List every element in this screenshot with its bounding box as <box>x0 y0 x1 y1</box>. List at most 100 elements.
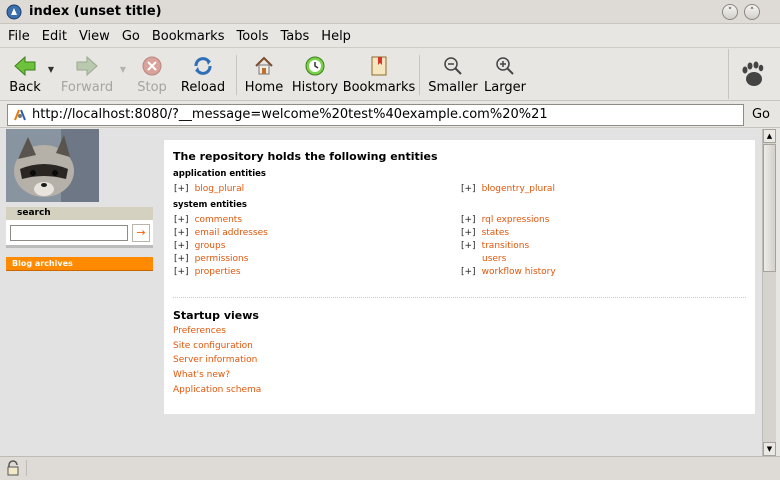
application-entities-heading: application entities <box>173 169 266 179</box>
stop-icon <box>140 54 164 78</box>
site-logo[interactable] <box>6 129 99 202</box>
vertical-scrollbar[interactable]: ▲ ▼ <box>762 129 776 456</box>
reload-icon <box>191 54 215 78</box>
expand-marker: [+] <box>461 215 476 225</box>
reload-button[interactable]: Reload <box>174 49 232 101</box>
main-content-panel: The repository holds the following entit… <box>164 140 755 414</box>
window-title: index (unset title) <box>29 4 162 19</box>
entity-label: groups <box>194 241 226 251</box>
menu-tabs[interactable]: Tabs <box>281 29 310 44</box>
scroll-up-arrow-icon[interactable]: ▲ <box>763 129 776 143</box>
entity-link[interactable]: [+] workflow history <box>461 267 556 277</box>
stop-button[interactable]: Stop <box>130 49 174 101</box>
menu-view[interactable]: View <box>79 29 110 44</box>
throbber <box>728 49 776 99</box>
expand-marker: [+] <box>174 254 189 264</box>
entity-link[interactable]: [+] comments <box>174 215 242 225</box>
url-field[interactable]: http://localhost:8080/?__message=welcome… <box>7 103 744 126</box>
navigation-toolbar: Back ▼ Forward ▼ Stop Reload Home Histor… <box>0 49 780 101</box>
back-label: Back <box>9 80 41 95</box>
startup-link-preferences[interactable]: Preferences <box>173 326 226 336</box>
url-text: http://localhost:8080/?__message=welcome… <box>32 107 548 122</box>
smaller-label: Smaller <box>428 80 478 95</box>
forward-button[interactable]: Forward <box>58 49 116 101</box>
entity-link[interactable]: [+] groups <box>174 241 225 251</box>
forward-label: Forward <box>60 80 114 95</box>
history-button[interactable]: History <box>287 49 343 101</box>
gnome-foot-icon <box>742 61 763 86</box>
window-maximize-button[interactable]: ˄ <box>744 4 760 20</box>
entity-link[interactable]: [+] states <box>461 228 509 238</box>
menu-edit[interactable]: Edit <box>42 29 67 44</box>
section-divider <box>173 297 746 298</box>
scroll-down-arrow-icon[interactable]: ▼ <box>763 442 776 456</box>
bookmarks-button[interactable]: Bookmarks <box>343 49 415 101</box>
expand-marker: [+] <box>461 241 476 251</box>
right-arrow-icon <box>75 54 99 78</box>
menu-bar: File Edit View Go Bookmarks Tools Tabs H… <box>0 25 780 48</box>
entity-link[interactable]: [+] blog_plural <box>174 184 244 194</box>
zoom-in-icon <box>493 54 517 78</box>
menu-go[interactable]: Go <box>122 29 140 44</box>
entity-label: comments <box>194 215 243 225</box>
bookmarks-label: Bookmarks <box>342 80 416 95</box>
expand-marker: [+] <box>174 215 189 225</box>
search-input[interactable] <box>10 224 128 241</box>
expand-marker: [+] <box>174 241 189 251</box>
expand-marker: [+] <box>174 267 189 277</box>
menu-help[interactable]: Help <box>321 29 351 44</box>
entity-label: blog_plural <box>194 184 245 194</box>
raccoon-logo-image <box>6 129 99 202</box>
entity-link[interactable]: [+] blogentry_plural <box>461 184 555 194</box>
reload-label: Reload <box>180 80 226 95</box>
window-titlebar: index (unset title) ˅ ˄ <box>0 0 780 24</box>
expand-marker: [+] <box>461 267 476 277</box>
search-box-title: search <box>6 207 153 220</box>
padlock-icon <box>7 460 19 476</box>
larger-label: Larger <box>484 80 526 95</box>
entity-link[interactable]: [+] rql expressions <box>461 215 549 225</box>
menu-tools[interactable]: Tools <box>236 29 268 44</box>
entity-label: transitions <box>481 241 530 251</box>
expand-marker: [+] <box>461 184 476 194</box>
menu-file[interactable]: File <box>8 29 30 44</box>
entity-label: states <box>481 228 510 238</box>
epiphany-app-icon <box>6 4 22 19</box>
forward-history-dropdown[interactable]: ▼ <box>116 49 130 89</box>
go-button[interactable]: Go <box>746 107 776 122</box>
stop-label: Stop <box>137 80 167 95</box>
zoom-larger-button[interactable]: Larger <box>482 49 528 101</box>
expand-marker: [+] <box>174 184 189 194</box>
entity-link[interactable]: [+] transitions <box>461 241 529 251</box>
startup-link-server-information[interactable]: Server information <box>173 355 257 365</box>
entity-label: users <box>482 254 507 264</box>
entity-label: email addresses <box>194 228 268 238</box>
back-history-dropdown[interactable]: ▼ <box>44 49 58 89</box>
web-content: search → Blog archives The repository ho… <box>0 129 762 456</box>
menu-bookmarks[interactable]: Bookmarks <box>152 29 225 44</box>
page-title: The repository holds the following entit… <box>173 150 438 163</box>
zoom-out-icon <box>441 54 465 78</box>
startup-link-whats-new[interactable]: What's new? <box>173 370 230 380</box>
entity-link[interactable]: [+] email addresses <box>174 228 268 238</box>
entity-link[interactable]: users <box>482 254 506 264</box>
entity-label: blogentry_plural <box>481 184 555 194</box>
zoom-smaller-button[interactable]: Smaller <box>424 49 482 101</box>
status-bar <box>0 456 780 480</box>
left-sidebar: search → Blog archives <box>6 207 153 271</box>
entity-label: properties <box>194 267 241 277</box>
history-label: History <box>291 80 339 95</box>
startup-link-site-configuration[interactable]: Site configuration <box>173 341 253 351</box>
window-minimize-button[interactable]: ˅ <box>722 4 738 20</box>
back-button[interactable]: Back <box>6 49 44 101</box>
startup-link-application-schema[interactable]: Application schema <box>173 385 261 395</box>
scrollbar-thumb[interactable] <box>763 144 776 272</box>
entity-link[interactable]: [+] properties <box>174 267 241 277</box>
entity-link[interactable]: [+] permissions <box>174 254 248 264</box>
search-go-button[interactable]: → <box>132 223 150 242</box>
search-box: → <box>6 220 153 248</box>
history-clock-icon <box>303 54 327 78</box>
home-icon <box>252 54 276 78</box>
home-button[interactable]: Home <box>241 49 287 101</box>
site-favicon-icon <box>14 109 26 120</box>
